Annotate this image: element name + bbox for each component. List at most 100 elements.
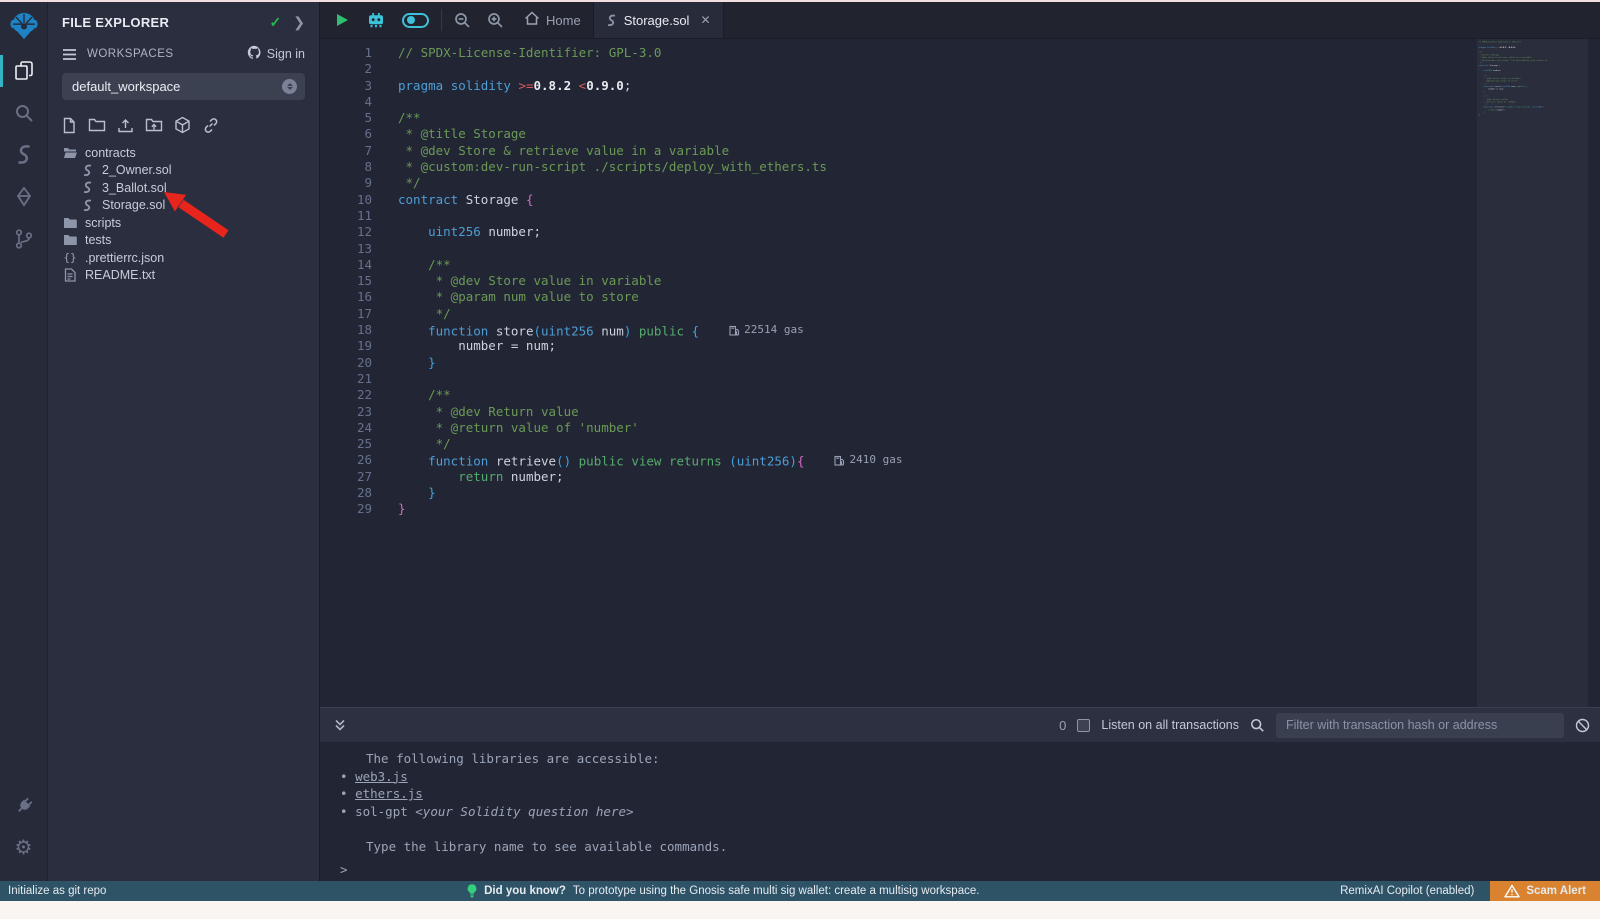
code-line: // SPDX-License-Identifier: GPL-3.0 [398,45,1600,61]
transaction-filter-input[interactable] [1276,713,1564,738]
line-number: 29 [320,501,372,517]
search-icon[interactable] [0,92,47,134]
terminal-search-icon[interactable] [1250,718,1265,733]
did-you-know-tip: Did you know? To prototype using the Gno… [106,884,1340,898]
line-number: 19 [320,338,372,354]
hamburger-menu-icon[interactable] [62,48,77,61]
copilot-toggle[interactable] [394,2,437,38]
line-number: 18 [320,322,372,338]
zoom-out-button[interactable] [446,2,479,38]
line-number: 12 [320,224,372,240]
tree-item-2-owner-sol[interactable]: 2_Owner.sol [48,162,319,180]
code-line: /** [398,387,1600,403]
terminal-output[interactable]: The following libraries are accessible:w… [320,742,1600,881]
code-line: uint256 number; [398,224,1600,240]
terminal-line: sol-gpt <your Solidity question here> [340,803,1600,821]
tab-storage-label: Storage.sol [624,13,690,28]
toggle-icon [402,13,429,28]
file-icon [62,268,78,282]
status-bar: Initialize as git repo Did you know? To … [0,881,1600,901]
tree-item-tests[interactable]: tests [48,232,319,250]
link-icon[interactable] [202,117,220,134]
settings-icon[interactable]: ⚙ [0,827,47,869]
scam-alert-label: Scam Alert [1526,885,1586,897]
expand-terminal-icon[interactable] [333,718,347,732]
line-number: 22 [320,387,372,403]
tree-item-label: Storage.sol [102,198,165,212]
transaction-count-badge: 0 [1059,718,1066,733]
git-icon[interactable] [0,218,47,260]
code-line: */ [398,175,1600,191]
warning-icon [1504,884,1520,898]
library-link[interactable]: web3.js [355,769,408,784]
line-number: 23 [320,404,372,420]
tree-item-readme-txt[interactable]: README.txt [48,267,319,285]
tab-home[interactable]: Home [512,2,593,38]
chevron-right-icon[interactable]: ❯ [293,14,305,31]
terminal-line: ethers.js [340,785,1600,803]
line-number: 25 [320,436,372,452]
deploy-run-icon[interactable] [0,176,47,218]
git-init-status[interactable]: Initialize as git repo [8,885,106,897]
tree-item-scripts[interactable]: scripts [48,214,319,232]
scam-alert-button[interactable]: Scam Alert [1490,881,1600,901]
solidity-icon [79,164,95,177]
workspace-select[interactable]: default_workspace [62,73,305,100]
listen-transactions-checkbox[interactable] [1077,719,1090,732]
upload-folder-icon[interactable] [145,117,163,133]
tree-item-3-ballot-sol[interactable]: 3_Ballot.sol [48,179,319,197]
upload-file-icon[interactable] [117,117,134,134]
plugin-manager-icon[interactable] [0,785,47,827]
code-editor[interactable]: 1234567891011121314151617181920212223242… [320,39,1600,707]
tree-item-contracts[interactable]: contracts [48,144,319,162]
remix-ide-window: ⚙ FILE EXPLORER ✓ ❯ WORKSPACES Sign in d… [0,2,1600,881]
line-number: 8 [320,159,372,175]
tip-title: Did you know? [484,885,566,897]
terminal-line: Type the library name to see available c… [340,838,1600,856]
close-tab-icon[interactable]: ✕ [700,13,710,27]
line-number: 4 [320,94,372,110]
copilot-status[interactable]: RemixAI Copilot (enabled) [1340,885,1474,897]
code-line: function store(uint256 num) public {2251… [398,322,1600,338]
line-number: 13 [320,241,372,257]
new-file-icon[interactable] [62,117,77,134]
code-line [398,208,1600,224]
solidity-compiler-icon[interactable] [0,134,47,176]
code-line: * @custom:dev-run-script ./scripts/deplo… [398,159,1600,175]
file-tree: contracts2_Owner.sol3_Ballot.sol Storage.… [48,144,319,284]
code-lines: // SPDX-License-Identifier: GPL-3.0pragm… [378,39,1600,707]
terminal-line [340,820,1600,838]
tab-storage-sol[interactable]: Storage.sol ✕ [593,2,724,38]
code-line: /** [398,257,1600,273]
line-number: 21 [320,371,372,387]
github-sign-in-button[interactable]: Sign in [247,45,305,63]
check-icon: ✓ [270,14,282,31]
file-explorer-icon[interactable] [0,50,47,92]
tab-home-label: Home [546,13,581,28]
clear-console-icon[interactable] [1575,718,1590,733]
tree-item-storage-sol[interactable]: Storage.sol [48,197,319,215]
tree-item-label: 3_Ballot.sol [102,181,167,195]
tree-item--prettierrc-json[interactable]: {}.prettierrc.json [48,249,319,267]
line-number: 3 [320,78,372,94]
library-link[interactable]: ethers.js [355,786,423,801]
gas-estimate-badge: 2410 gas [834,452,902,468]
activity-bar: ⚙ [0,2,48,881]
status-bar-right: RemixAI Copilot (enabled) Scam Alert [1340,881,1600,901]
code-line: /** [398,110,1600,126]
line-number: 16 [320,289,372,305]
line-number: 11 [320,208,372,224]
code-line: return number; [398,469,1600,485]
zoom-in-button[interactable] [479,2,512,38]
minimap[interactable]: // SPDX-License-Identifier: GPL-3.0pragm… [1477,39,1588,707]
workspace-name: default_workspace [72,79,282,94]
new-folder-icon[interactable] [88,117,106,133]
line-number: 27 [320,469,372,485]
panel-title: FILE EXPLORER [62,15,270,30]
remixai-robot-icon[interactable] [358,2,394,38]
run-script-button[interactable] [320,2,358,38]
cube-icon[interactable] [174,116,191,134]
workspaces-row: WORKSPACES Sign in [48,39,319,69]
terminal-prompt[interactable]: > [340,861,1600,879]
remix-logo[interactable] [0,2,47,50]
